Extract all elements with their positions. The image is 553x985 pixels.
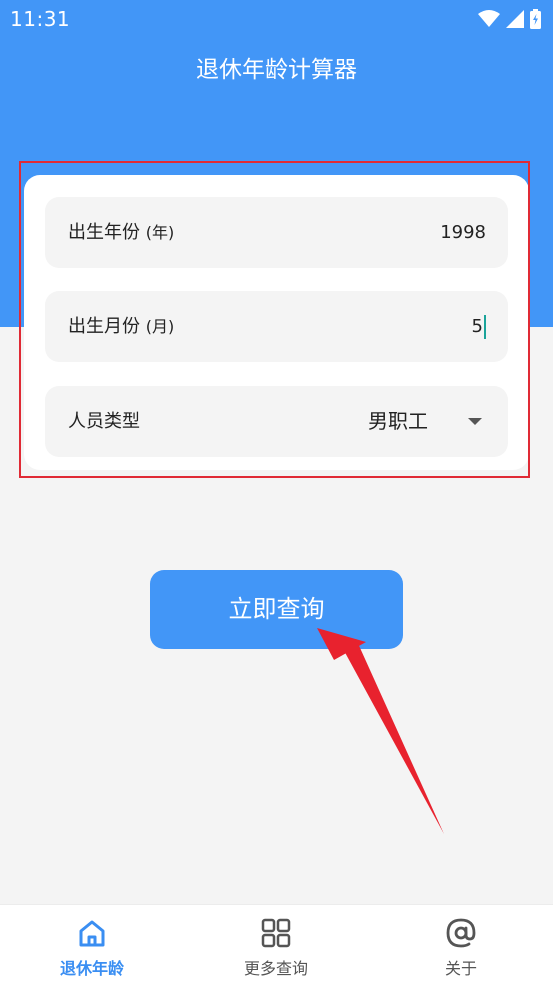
nav-item-more-queries[interactable]: 更多查询 [184,905,368,985]
nav-item-about[interactable]: 关于 [369,905,553,985]
grid-icon [261,918,291,948]
bottom-nav: 退休年龄 更多查询 关于 [0,904,553,985]
annotation-arrow-icon [317,628,444,834]
nav-label-more-queries: 更多查询 [243,959,308,978]
at-icon [446,918,476,948]
nav-label-about: 关于 [444,959,477,978]
home-icon [79,920,105,947]
nav-item-retirement-age[interactable]: 退休年龄 [0,905,184,985]
nav-label-retirement-age: 退休年龄 [59,959,124,978]
